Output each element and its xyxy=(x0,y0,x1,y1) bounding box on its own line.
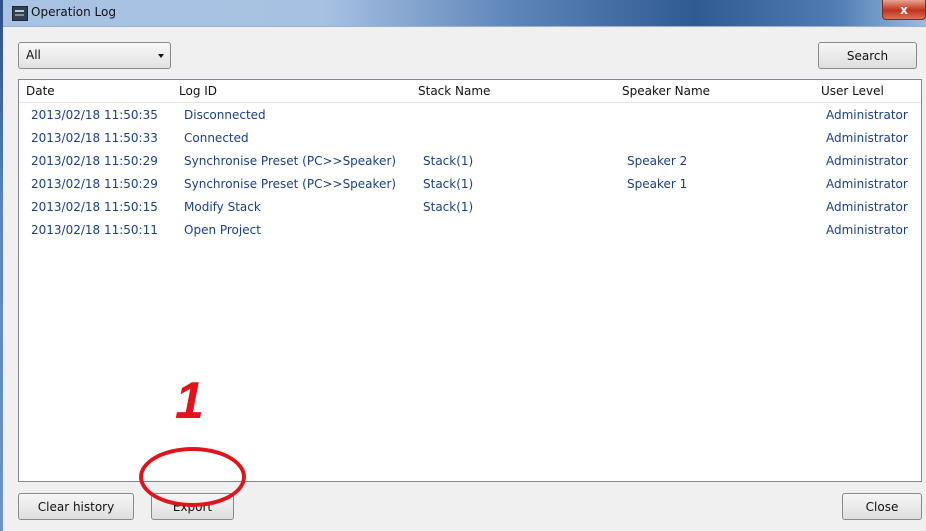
table-row[interactable]: 2013/02/18 11:50:11 Open Project Adminis… xyxy=(19,218,921,241)
cell-date: 2013/02/18 11:50:15 xyxy=(31,199,158,214)
cell-date: 2013/02/18 11:50:11 xyxy=(31,222,158,237)
cell-date: 2013/02/18 11:50:35 xyxy=(31,107,158,122)
app-icon xyxy=(12,6,28,21)
cell-speaker-name xyxy=(615,218,814,241)
table-row[interactable]: 2013/02/18 11:50:15 Modify Stack Stack(1… xyxy=(19,195,921,218)
operation-log-window: Operation Log x All Search Date Log ID S… xyxy=(0,0,926,531)
column-header-user-level[interactable]: User Level xyxy=(814,80,921,103)
table-header-row: Date Log ID Stack Name Speaker Name User… xyxy=(19,80,921,103)
window-title: Operation Log xyxy=(31,5,116,19)
cell-log-id: Connected xyxy=(184,130,249,145)
search-button[interactable]: Search xyxy=(818,42,917,69)
cell-log-id: Synchronise Preset (PC>>Speaker) xyxy=(184,153,397,168)
cell-speaker-name: Speaker 2 xyxy=(627,153,688,168)
close-button[interactable]: Close xyxy=(842,493,922,520)
cell-log-id: Open Project xyxy=(184,222,261,237)
cell-stack-name: Stack(1) xyxy=(423,176,474,191)
cell-stack-name: Stack(1) xyxy=(423,199,474,214)
column-header-log-id[interactable]: Log ID xyxy=(172,80,411,103)
title-bar[interactable]: Operation Log x xyxy=(0,0,926,26)
cell-stack-name xyxy=(411,218,615,241)
cell-speaker-name: Speaker 1 xyxy=(627,176,688,191)
column-header-speaker-name[interactable]: Speaker Name xyxy=(615,80,814,103)
cell-user-level: Administrator xyxy=(826,176,908,191)
cell-user-level: Administrator xyxy=(826,153,908,168)
cell-stack-name xyxy=(411,126,615,149)
chevron-down-icon xyxy=(158,54,164,58)
column-header-stack-name[interactable]: Stack Name xyxy=(411,80,615,103)
table-row[interactable]: 2013/02/18 11:50:35 Disconnected Adminis… xyxy=(19,103,921,127)
filter-selected-value: All xyxy=(26,48,41,62)
cell-speaker-name xyxy=(615,103,814,127)
window-close-button[interactable]: x xyxy=(882,0,926,20)
cell-stack-name xyxy=(411,103,615,127)
cell-speaker-name xyxy=(615,126,814,149)
cell-user-level: Administrator xyxy=(826,130,908,145)
dialog-body: All Search Date Log ID Stack Name Speake… xyxy=(3,26,926,531)
cell-user-level: Administrator xyxy=(826,107,908,122)
column-header-date[interactable]: Date xyxy=(19,80,172,103)
log-filter-dropdown[interactable]: All xyxy=(18,42,171,69)
cell-log-id: Synchronise Preset (PC>>Speaker) xyxy=(184,176,397,191)
table-row[interactable]: 2013/02/18 11:50:29 Synchronise Preset (… xyxy=(19,149,921,172)
table-row[interactable]: 2013/02/18 11:50:29 Synchronise Preset (… xyxy=(19,172,921,195)
clear-history-button[interactable]: Clear history xyxy=(18,493,134,520)
cell-date: 2013/02/18 11:50:29 xyxy=(31,176,158,191)
cell-date: 2013/02/18 11:50:29 xyxy=(31,153,158,168)
cell-date: 2013/02/18 11:50:33 xyxy=(31,130,158,145)
cell-log-id: Disconnected xyxy=(184,107,266,122)
cell-speaker-name xyxy=(615,195,814,218)
annotation-step-number: 1 xyxy=(175,372,204,430)
cell-user-level: Administrator xyxy=(826,222,908,237)
cell-log-id: Modify Stack xyxy=(184,199,261,214)
table-row[interactable]: 2013/02/18 11:50:33 Connected Administra… xyxy=(19,126,921,149)
cell-user-level: Administrator xyxy=(826,199,908,214)
cell-stack-name: Stack(1) xyxy=(423,153,474,168)
log-table[interactable]: Date Log ID Stack Name Speaker Name User… xyxy=(18,79,922,482)
annotation-highlight-ellipse xyxy=(139,447,246,507)
